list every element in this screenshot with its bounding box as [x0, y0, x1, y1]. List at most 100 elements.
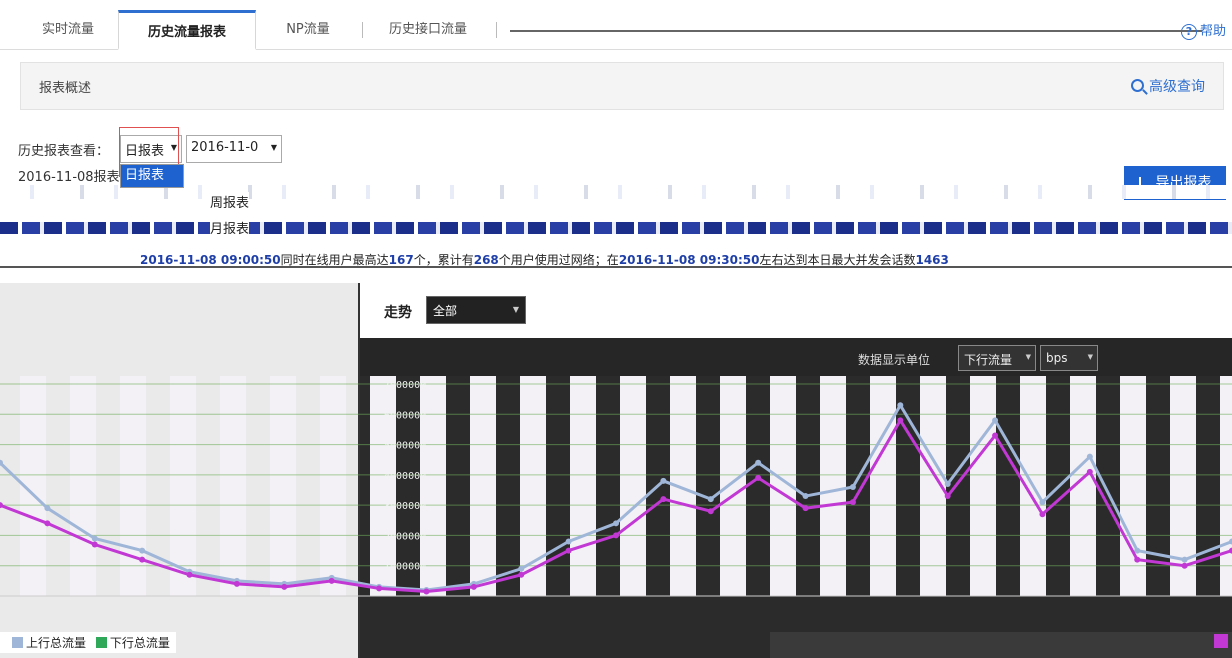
data-point — [1086, 468, 1093, 475]
data-point — [992, 432, 999, 439]
data-point — [849, 483, 856, 490]
data-point — [1039, 511, 1046, 518]
report-date-select[interactable]: 2016-11-0 — [186, 135, 282, 163]
summary-text: 个用户使用过网络；在 — [498, 253, 619, 267]
chart-column — [720, 376, 746, 596]
legend-swatch — [1214, 634, 1228, 648]
data-point — [897, 402, 904, 409]
y-tick-label: 2000000 — [384, 531, 426, 542]
chart-bottom-strip — [770, 632, 1232, 658]
chart-column — [70, 376, 96, 596]
overview-title: 报表概述 — [39, 81, 92, 96]
chart-column — [470, 376, 496, 596]
dropdown-option-weekly[interactable]: 周报表 — [210, 192, 250, 211]
history-report-label: 历史报表查看： — [18, 144, 110, 159]
chart-column — [620, 376, 646, 596]
unit-rate-select[interactable]: bps — [1040, 345, 1098, 371]
data-point — [1086, 453, 1093, 460]
tab-bar-line — [510, 30, 1202, 32]
search-icon — [1131, 79, 1144, 92]
tab-history-interface-traffic[interactable]: 历史接口流量 — [364, 10, 492, 50]
data-point — [660, 496, 667, 503]
data-point — [613, 532, 619, 539]
data-point — [44, 505, 51, 512]
summary-text: 左右达到本日最大并发会话数 — [759, 253, 916, 267]
data-point — [897, 417, 904, 424]
tab-divider — [362, 22, 363, 38]
chart-column — [170, 376, 196, 596]
y-tick-label: 6000000 — [384, 410, 426, 421]
summary-text: 个，累计有 — [413, 253, 474, 267]
tab-history-traffic-report[interactable]: 历史流量报表 — [118, 10, 256, 50]
chart-column — [1220, 376, 1232, 596]
data-point — [376, 585, 383, 592]
data-point — [91, 535, 98, 542]
chart-legend: 上行总流量 下行总流量 — [0, 632, 176, 653]
chart-column — [870, 376, 896, 596]
help-label: 帮助 — [1199, 24, 1226, 39]
data-point — [707, 508, 714, 515]
data-point — [707, 496, 714, 503]
dropdown-option-daily[interactable]: 日报表 — [121, 165, 183, 187]
dropdown-option-monthly[interactable]: 月报表 — [210, 218, 250, 237]
tab-np-traffic[interactable]: NP流量 — [256, 10, 360, 50]
tab-realtime-traffic[interactable]: 实时流量 — [18, 10, 118, 50]
help-link[interactable]: ? 帮助 — [1180, 20, 1226, 40]
tab-divider — [496, 22, 497, 38]
data-point — [470, 583, 477, 590]
data-point — [802, 493, 809, 500]
chart-column — [270, 376, 296, 596]
app-root: 实时流量 历史流量报表 NP流量 历史接口流量 ? 帮助 报表概述 高级查询 历史… — [0, 0, 1232, 658]
data-point — [992, 417, 999, 424]
data-point — [1181, 562, 1188, 569]
summary-peak-users: 167 — [388, 253, 414, 267]
chart-column — [820, 376, 846, 596]
traffic-direction-select[interactable]: 下行流量 — [958, 345, 1036, 371]
y-tick-label: 1000000 — [384, 562, 426, 573]
tab-bar: 实时流量 历史流量报表 NP流量 历史接口流量 ? 帮助 — [0, 0, 1232, 50]
chart-column — [970, 376, 996, 596]
data-point — [233, 580, 240, 587]
unit-label: 数据显示单位 — [858, 353, 931, 367]
legend-item[interactable]: 上行总流量 — [26, 636, 86, 650]
data-point — [91, 541, 98, 548]
data-point — [281, 583, 288, 590]
chart-column — [220, 376, 246, 596]
y-tick-label: 3000000 — [384, 501, 426, 512]
traffic-chart: 7000000 6000000 5000000 4000000 3000000 20000… — [0, 376, 1232, 597]
report-type-dropdown: 日报表 — [120, 164, 184, 188]
data-point — [944, 480, 951, 487]
data-point — [1134, 556, 1141, 563]
data-point — [1181, 556, 1188, 563]
summary-peak-time: 2016-11-08 09:00:50 — [140, 253, 281, 267]
data-point — [755, 474, 762, 481]
report-overview-bar: 报表概述 高级查询 — [20, 62, 1224, 110]
data-point — [660, 477, 667, 484]
trend-select[interactable]: 全部 — [426, 296, 526, 324]
legend-swatch — [12, 637, 23, 648]
chart-column — [320, 376, 346, 596]
daily-report-label: 2016-11-08报表 — [18, 170, 120, 185]
advanced-query-button[interactable]: 高级查询 — [1131, 76, 1205, 96]
data-point — [802, 505, 809, 512]
chart-column — [570, 376, 596, 596]
data-point — [423, 588, 430, 595]
data-point — [565, 538, 572, 545]
y-tick-label: 4000000 — [384, 471, 426, 482]
data-point — [1039, 499, 1046, 506]
report-summary: 2016-11-08 09:00:50同时在线用户最高达167个，累计有268个… — [140, 251, 949, 268]
chart-column — [1120, 376, 1146, 596]
data-point — [613, 520, 619, 527]
trend-label: 走势 — [384, 305, 412, 321]
legend-swatch — [95, 637, 107, 648]
chart-column — [120, 376, 146, 596]
advanced-query-label: 高级查询 — [1149, 79, 1205, 95]
summary-total-users: 268 — [473, 253, 499, 267]
legend-item[interactable]: 下行总流量 — [110, 636, 170, 650]
glitch-band — [0, 185, 1232, 199]
summary-max-sessions: 1463 — [915, 253, 949, 267]
data-point — [139, 547, 146, 554]
data-point — [139, 556, 146, 563]
data-point — [186, 571, 193, 578]
summary-text: 同时在线用户最高达 — [280, 253, 389, 267]
